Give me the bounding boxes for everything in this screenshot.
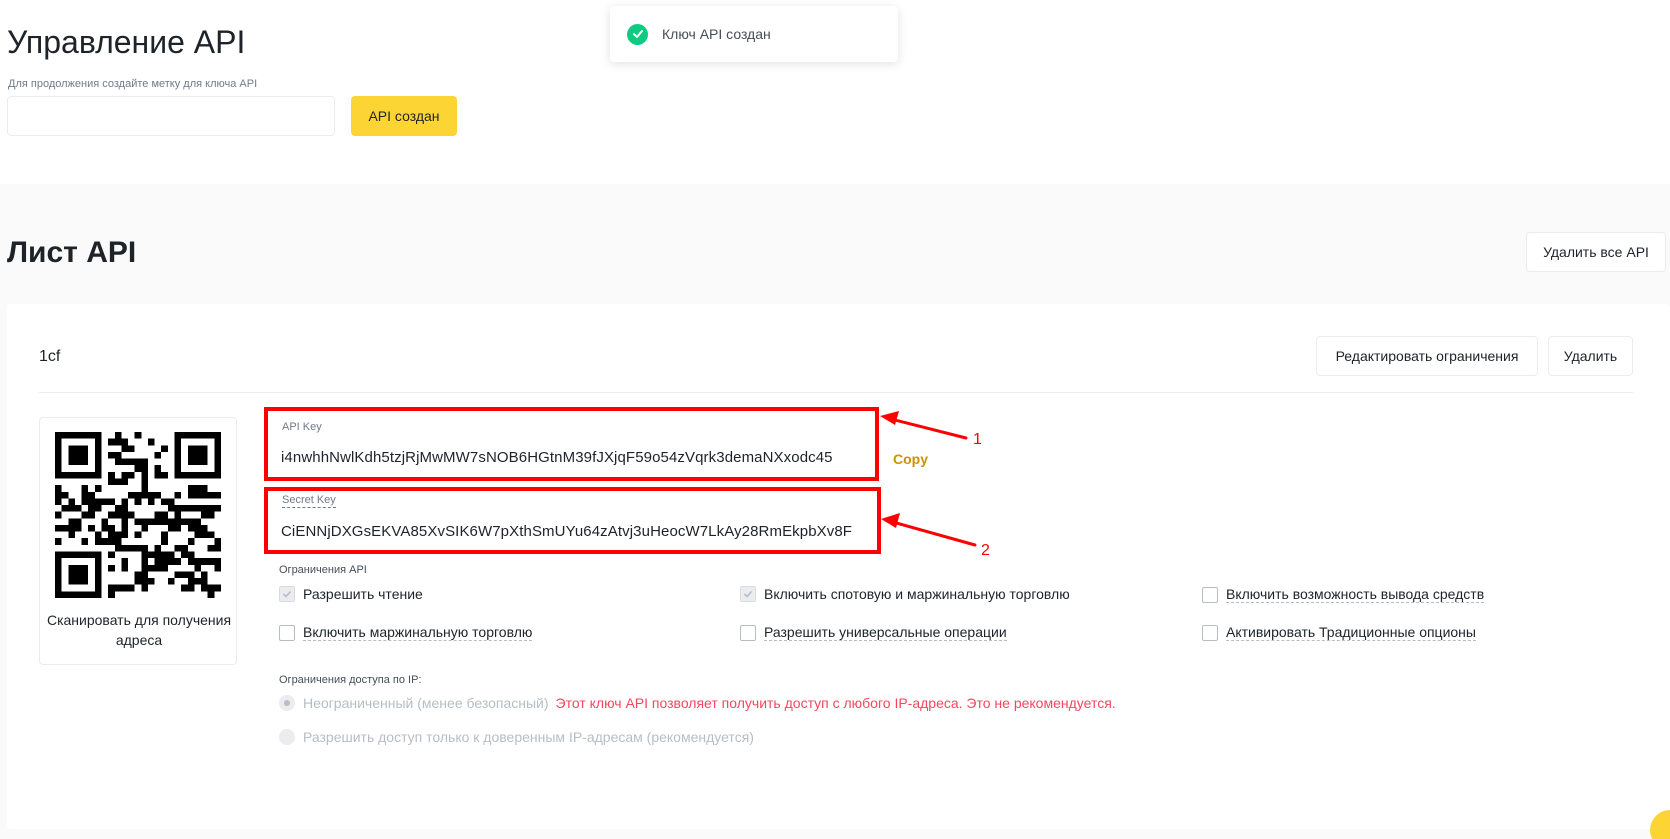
api-key-card: 1cf Редактировать ограничения Удалить Ск… — [7, 304, 1670, 829]
permission-label: Активировать Традиционные опционы — [1226, 624, 1476, 641]
ip-unrestricted-option[interactable]: Неограниченный (менее безопасный) Этот к… — [279, 695, 1116, 711]
api-list-section: Лист API Удалить все API 1cf Редактирова… — [0, 184, 1670, 839]
create-api-button[interactable]: API создан — [351, 96, 457, 136]
permission-withdrawals[interactable]: Включить возможность вывода средств — [1202, 586, 1485, 603]
edit-restrictions-button[interactable]: Редактировать ограничения — [1316, 336, 1538, 376]
api-key-value[interactable]: i4nwhhNwlKdh5tzjRjMwMW7sNOB6HGtnM39fJXjq… — [281, 449, 833, 466]
qr-caption: Сканировать для получения адреса — [46, 612, 232, 648]
annotation-arrows: 1 2 — [880, 411, 990, 559]
permission-universal-transfer[interactable]: Разрешить универсальные операции — [740, 624, 1007, 641]
checkbox-checked-icon[interactable] — [279, 586, 295, 602]
radio-selected-icon[interactable] — [279, 695, 295, 711]
divider — [39, 392, 1633, 393]
restrictions-title: Ограничения API — [279, 564, 367, 576]
qr-code — [55, 432, 221, 598]
ip-restrictions-title: Ограничения доступа по IP: — [279, 674, 422, 686]
api-list-title: Лист API — [7, 236, 137, 269]
secret-key-value[interactable]: CiENNjDXGsEKVA85XvSIK6W7pXthSmUYu64zAtvj… — [281, 523, 852, 540]
delete-all-api-button[interactable]: Удалить все API — [1526, 232, 1666, 272]
checkbox-checked-icon[interactable] — [740, 586, 756, 602]
api-label-input[interactable] — [7, 96, 335, 136]
ip-trusted-option[interactable]: Разрешить доступ только к доверенным IP-… — [279, 729, 754, 745]
qr-panel: Сканировать для получения адреса — [39, 417, 237, 665]
permission-label: Включить маржинальную торговлю — [303, 624, 533, 641]
checkbox-icon[interactable] — [279, 624, 295, 641]
ip-unrestricted-label: Неограниченный (менее безопасный) — [303, 695, 549, 711]
permission-options[interactable]: Активировать Традиционные опционы — [1202, 624, 1476, 641]
radio-icon[interactable] — [279, 729, 295, 745]
arrow-1-head-icon — [880, 411, 899, 425]
checkbox-icon[interactable] — [1202, 586, 1218, 603]
page-title: Управление API — [7, 24, 246, 60]
permission-spot-margin-trading[interactable]: Включить спотовую и маржинальную торговл… — [740, 586, 1070, 602]
permission-read[interactable]: Разрешить чтение — [279, 586, 423, 602]
check-circle-icon — [627, 23, 648, 45]
ip-warning-text: Этот ключ API позволяет получить доступ … — [555, 695, 1116, 711]
api-key-field: API Key i4nwhhNwlKdh5tzjRjMwMW7sNOB6HGtn… — [264, 407, 879, 481]
ip-trusted-label: Разрешить доступ только к доверенным IP-… — [303, 729, 754, 745]
secret-key-label: Secret Key — [282, 494, 336, 508]
permission-margin-trading[interactable]: Включить маржинальную торговлю — [279, 624, 533, 641]
permission-label: Включить спотовую и маржинальную торговл… — [764, 586, 1070, 602]
page: Управление API Для продолжения создайте … — [0, 0, 1670, 839]
arrow-2-head-icon — [881, 513, 900, 528]
checkbox-icon[interactable] — [740, 624, 756, 641]
checkbox-icon[interactable] — [1202, 624, 1218, 641]
success-toast: Ключ API создан — [610, 6, 898, 62]
annotation-2: 2 — [981, 542, 990, 559]
annotation-1: 1 — [973, 431, 982, 448]
permission-label: Разрешить универсальные операции — [764, 624, 1007, 641]
api-key-label: API Key — [282, 421, 322, 433]
permission-label: Разрешить чтение — [303, 586, 423, 602]
arrow-1-icon — [885, 416, 968, 440]
label-hint: Для продолжения создайте метку для ключа… — [8, 78, 258, 90]
secret-key-field: Secret Key CiENNjDXGsEKVA85XvSIK6W7pXthS… — [264, 487, 881, 554]
delete-api-button[interactable]: Удалить — [1548, 336, 1633, 376]
arrow-2-icon — [887, 519, 977, 547]
api-key-name: 1cf — [39, 348, 61, 365]
permission-label: Включить возможность вывода средств — [1226, 586, 1485, 603]
toast-message: Ключ API создан — [662, 26, 771, 42]
